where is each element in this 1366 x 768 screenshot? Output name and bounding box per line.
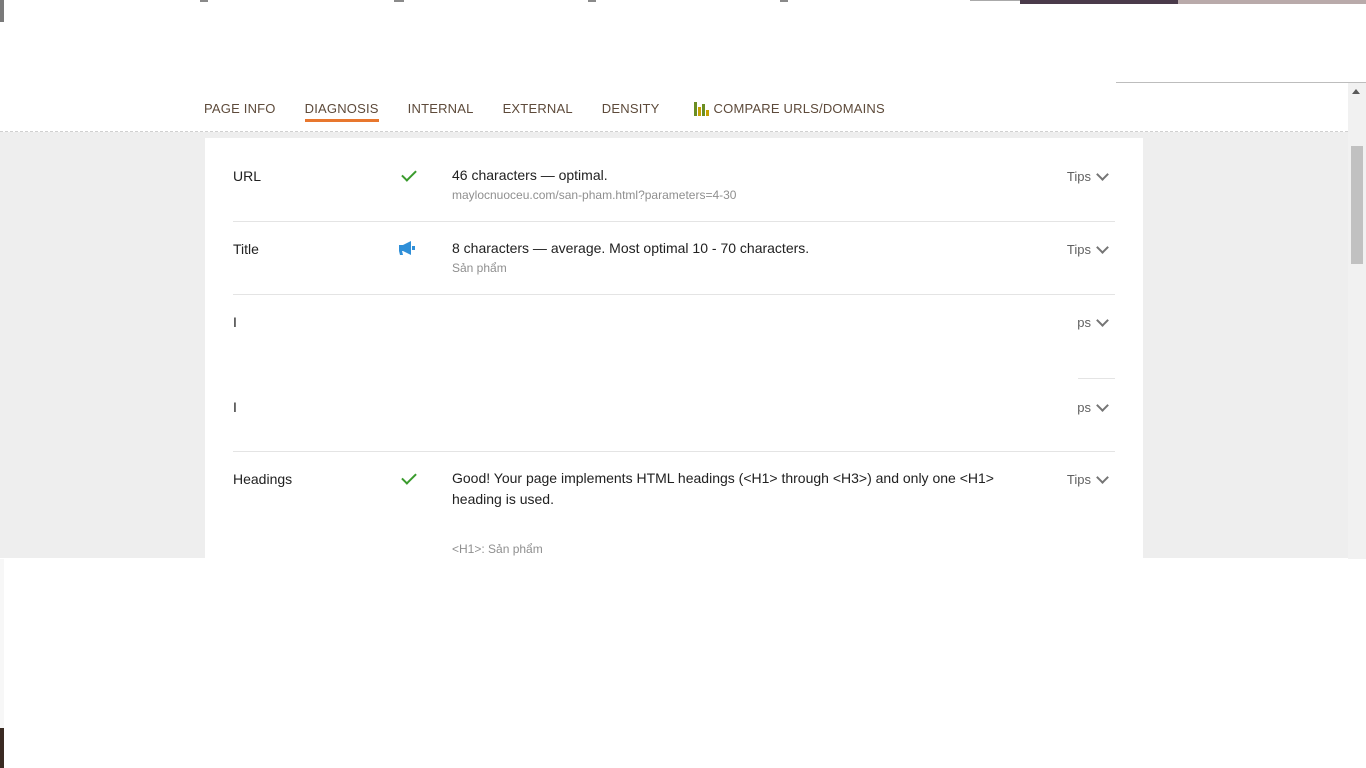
scroll-up-arrow-icon[interactable] [1352,89,1360,94]
tips-toggle[interactable]: ps [1077,314,1109,330]
window-edge-dark [0,728,4,768]
tab-density[interactable]: DENSITY [602,96,660,122]
check-icon [398,469,418,489]
diagnosis-card: URL 46 characters — optimal. maylocnuoce… [205,138,1143,558]
tab-diagnosis[interactable]: DIAGNOSIS [304,96,379,122]
chevron-down-icon [1096,471,1109,484]
row-label: URL [233,168,262,184]
vertical-scrollbar[interactable] [1348,83,1366,559]
chevron-down-icon [1096,399,1109,412]
row-detail: maylocnuoceu.com/san-pham.html?parameter… [452,188,737,202]
chevron-down-icon [1096,314,1109,327]
diagnosis-row-title: Title 8 characters — average. Most optim… [233,221,1115,295]
tab-page-info[interactable]: PAGE INFO [204,96,276,122]
row-message: Good! Your page implements HTML headings… [452,470,994,507]
scroll-thumb[interactable] [1351,146,1363,264]
row-label: I [233,314,237,330]
row-detail: <H1>: Sản phẩm [452,542,543,556]
megaphone-icon [398,240,418,260]
row-message: 46 characters — optimal. [452,167,608,183]
tips-toggle[interactable]: ps [1077,399,1109,415]
row-message: 8 characters — average. Most optimal 10 … [452,240,810,256]
tab-compare-urls[interactable]: COMPARE URLS/DOMAINS [693,96,885,122]
tips-toggle[interactable]: Tips [1067,471,1109,487]
tips-toggle[interactable]: Tips [1067,168,1109,184]
tab-internal[interactable]: INTERNAL [408,96,474,122]
row-label: Headings [233,471,293,487]
diagnosis-row-partial: I ps [233,378,1115,452]
chevron-down-icon [1096,168,1109,181]
diagnosis-row-url: URL 46 characters — optimal. maylocnuoce… [233,138,1115,222]
header-divider [1116,82,1366,83]
row-detail: Sản phẩm [452,261,507,275]
top-strip [0,0,1366,22]
tab-bar: PAGE INFO DIAGNOSIS INTERNAL EXTERNAL DE… [204,96,914,126]
tab-external[interactable]: EXTERNAL [503,96,573,122]
check-icon [398,166,418,186]
row-label: I [233,399,237,415]
row-label: Title [233,241,259,257]
bar-chart-icon [693,102,710,116]
tips-toggle[interactable]: Tips [1067,241,1109,257]
diagnosis-row-headings: Headings Good! Your page implements HTML… [233,451,1115,558]
chevron-down-icon [1096,241,1109,254]
diagnosis-row-partial: I ps [233,294,1115,378]
blank-area [4,559,1366,768]
